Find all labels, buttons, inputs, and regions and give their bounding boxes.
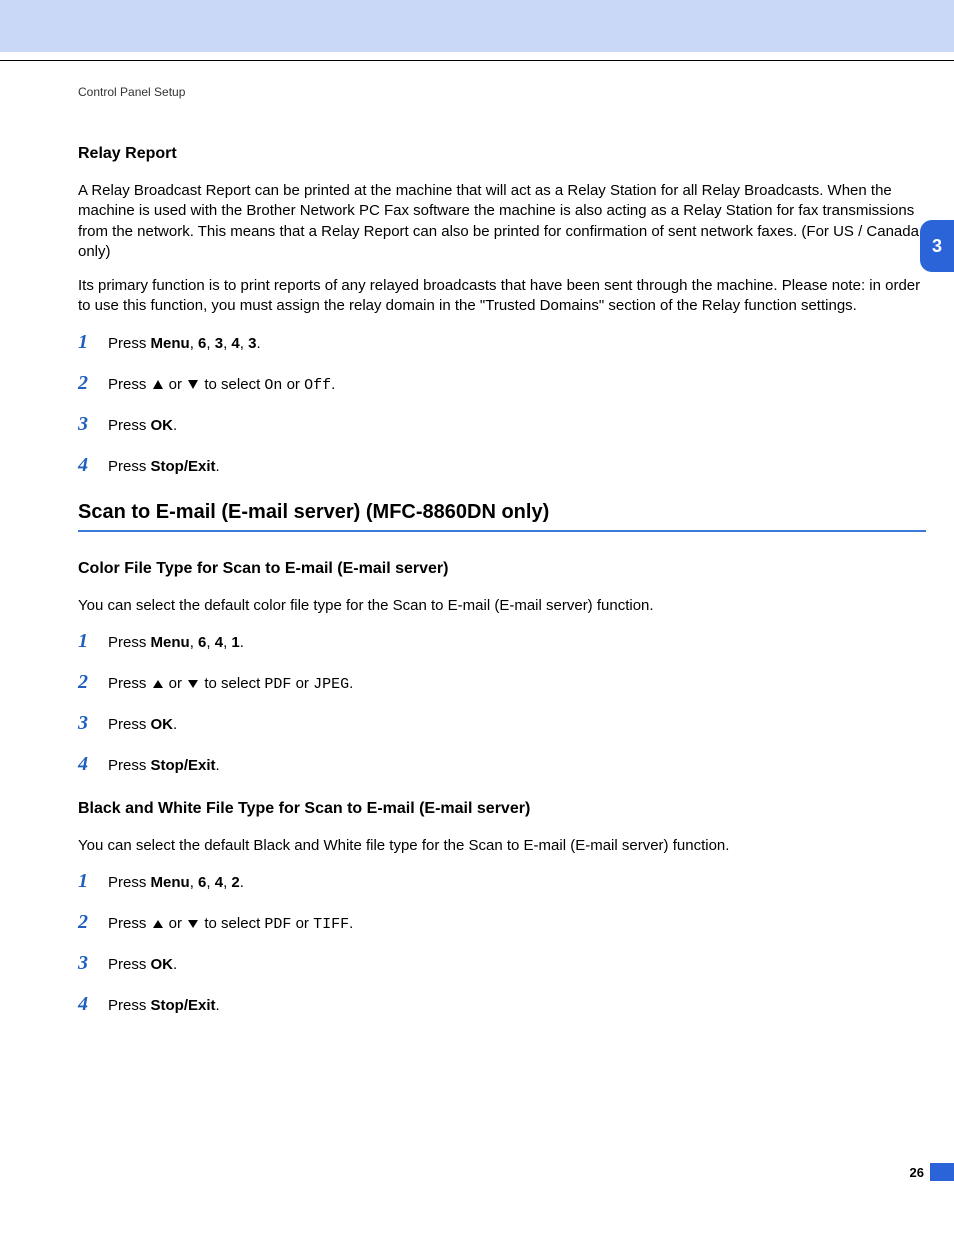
step-number-1: 1 <box>78 870 108 893</box>
arrow-down-icon <box>188 920 198 928</box>
step-number-2: 2 <box>78 372 108 395</box>
bw-step-1-text: Press Menu, 6, 4, 2. <box>108 874 244 891</box>
relay-step-3: 3 Press OK. <box>78 413 926 436</box>
relay-step-1-text: Press Menu, 6, 3, 4, 3. <box>108 335 261 352</box>
color-step-2: 2 Press or to select PDF or JPEG. <box>78 671 926 694</box>
step-number-3: 3 <box>78 952 108 975</box>
step-number-1: 1 <box>78 630 108 653</box>
arrow-up-icon <box>153 920 163 928</box>
section-underline <box>78 530 926 532</box>
color-step-4: 4 Press Stop/Exit. <box>78 753 926 776</box>
relay-step-4-text: Press Stop/Exit. <box>108 458 220 475</box>
chapter-tab: 3 <box>920 220 954 272</box>
top-stripe <box>0 0 954 52</box>
relay-steps: 1 Press Menu, 6, 3, 4, 3. 2 Press or to … <box>78 331 926 477</box>
arrow-up-icon <box>153 680 163 688</box>
color-step-1-text: Press Menu, 6, 4, 1. <box>108 634 244 651</box>
page-number-bar <box>930 1163 954 1181</box>
page-number-box: 26 <box>910 1163 954 1181</box>
step-number-4: 4 <box>78 993 108 1016</box>
bw-file-type-heading: Black and White File Type for Scan to E-… <box>78 800 926 818</box>
step-number-4: 4 <box>78 454 108 477</box>
relay-para-2: Its primary function is to print reports… <box>78 276 926 317</box>
bw-step-4: 4 Press Stop/Exit. <box>78 993 926 1016</box>
doc-header: Control Panel Setup <box>78 85 926 99</box>
step-number-1: 1 <box>78 331 108 354</box>
color-step-3-text: Press OK. <box>108 716 177 733</box>
bw-step-2-text: Press or to select PDF or TIFF. <box>108 915 353 933</box>
relay-step-3-text: Press OK. <box>108 417 177 434</box>
arrow-down-icon <box>188 380 198 389</box>
page-number: 26 <box>910 1165 924 1180</box>
relay-step-4: 4 Press Stop/Exit. <box>78 454 926 477</box>
relay-step-2-text: Press or to select On or Off. <box>108 376 335 394</box>
color-step-2-text: Press or to select PDF or JPEG. <box>108 675 353 693</box>
relay-step-2: 2 Press or to select On or Off. <box>78 372 926 395</box>
color-step-3: 3 Press OK. <box>78 712 926 735</box>
bw-step-3: 3 Press OK. <box>78 952 926 975</box>
step-number-2: 2 <box>78 911 108 934</box>
relay-para-1: A Relay Broadcast Report can be printed … <box>78 181 926 262</box>
color-step-1: 1 Press Menu, 6, 4, 1. <box>78 630 926 653</box>
arrow-up-icon <box>153 380 163 389</box>
step-number-3: 3 <box>78 413 108 436</box>
bw-file-type-para: You can select the default Black and Whi… <box>78 836 926 856</box>
arrow-down-icon <box>188 680 198 688</box>
bw-step-3-text: Press OK. <box>108 956 177 973</box>
bw-step-1: 1 Press Menu, 6, 4, 2. <box>78 870 926 893</box>
bw-step-4-text: Press Stop/Exit. <box>108 997 220 1014</box>
relay-report-heading: Relay Report <box>78 145 926 163</box>
step-number-4: 4 <box>78 753 108 776</box>
step-number-2: 2 <box>78 671 108 694</box>
color-step-4-text: Press Stop/Exit. <box>108 757 220 774</box>
bw-steps: 1 Press Menu, 6, 4, 2. 2 Press or to sel… <box>78 870 926 1016</box>
color-file-type-para: You can select the default color file ty… <box>78 596 926 616</box>
color-file-type-heading: Color File Type for Scan to E-mail (E-ma… <box>78 560 926 578</box>
step-number-3: 3 <box>78 712 108 735</box>
scan-to-email-heading: Scan to E-mail (E-mail server) (MFC-8860… <box>78 501 926 524</box>
page-content: Control Panel Setup Relay Report A Relay… <box>0 61 954 1016</box>
relay-step-1: 1 Press Menu, 6, 3, 4, 3. <box>78 331 926 354</box>
color-steps: 1 Press Menu, 6, 4, 1. 2 Press or to sel… <box>78 630 926 776</box>
bw-step-2: 2 Press or to select PDF or TIFF. <box>78 911 926 934</box>
